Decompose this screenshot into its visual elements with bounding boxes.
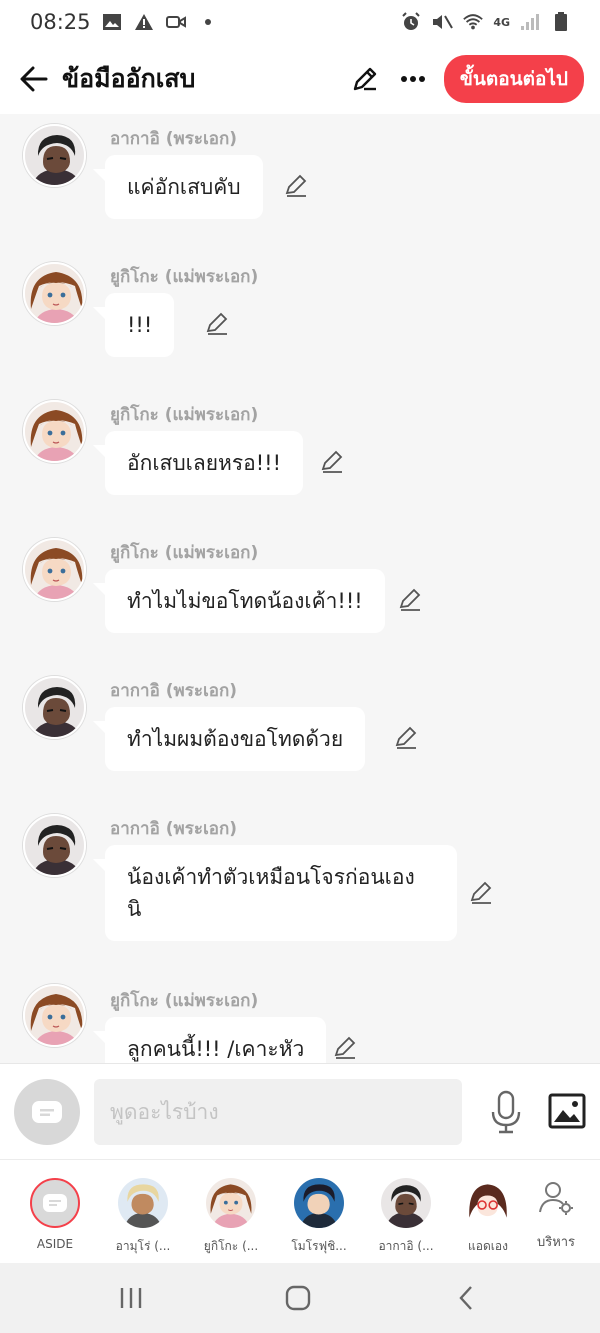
- message-bubble[interactable]: น้องเค้าทำตัวเหมือนโจรก่อนเอง นิ: [93, 845, 457, 941]
- more-options-button[interactable]: [396, 62, 430, 96]
- character-label: อากาอิ (...: [378, 1239, 434, 1253]
- back-button[interactable]: [16, 61, 52, 97]
- message-bubble[interactable]: แค่อักเสบคับ: [93, 155, 263, 219]
- character-aside[interactable]: ASIDE: [13, 1178, 97, 1251]
- avatar-amuro: [118, 1178, 168, 1228]
- edit-message-icon[interactable]: [205, 310, 231, 336]
- avatar-yukiko[interactable]: [23, 262, 86, 325]
- edit-message-icon[interactable]: [333, 1034, 359, 1060]
- message-input-bar: [0, 1063, 600, 1159]
- aside-toggle-button[interactable]: [14, 1079, 80, 1145]
- warning-icon: [133, 11, 155, 33]
- message-bubble[interactable]: ทำไมไม่ขอโทดน้องเค้า!!!: [93, 569, 385, 633]
- message-sender: ยูกิโกะ (แม่พระเอก): [110, 991, 259, 1011]
- wifi-icon: [462, 11, 484, 33]
- message-sender: ยูกิโกะ (แม่พระเอก): [110, 405, 259, 425]
- edit-message-icon[interactable]: [284, 172, 310, 198]
- message-input[interactable]: [94, 1079, 462, 1145]
- system-navigation-bar: [0, 1263, 600, 1333]
- gallery-icon: [101, 11, 123, 33]
- edit-message-icon[interactable]: [320, 448, 346, 474]
- status-bar: 08:25 4G: [0, 0, 600, 44]
- message-sender: อากาอิ (พระเอก): [110, 681, 238, 701]
- mute-icon: [431, 11, 454, 33]
- edit-title-button[interactable]: [348, 62, 382, 96]
- status-time: 08:25: [30, 10, 91, 34]
- message-sender: อากาอิ (พระเอก): [110, 819, 238, 839]
- pencil-icon: [353, 67, 377, 91]
- aside-avatar: [30, 1178, 80, 1228]
- edit-message-icon[interactable]: [398, 586, 424, 612]
- more-dots-icon: [400, 76, 425, 82]
- chat-area[interactable]: อากาอิ (พระเอก) แค่อักเสบคับ ยูกิโกะ (แม…: [0, 114, 600, 1063]
- chevron-left-icon: [459, 1286, 472, 1310]
- dot-icon: [197, 11, 219, 33]
- character-label: ยูกิโกะ (...: [203, 1239, 259, 1253]
- recent-apps-button[interactable]: [111, 1281, 151, 1315]
- avatar-akai[interactable]: [23, 814, 86, 877]
- image-upload-icon[interactable]: [548, 1093, 586, 1129]
- alarm-icon: [400, 11, 422, 33]
- character-label: โมโรฟุชิ...: [291, 1239, 347, 1253]
- character-akai[interactable]: อากาอิ (...: [364, 1178, 448, 1256]
- battery-icon: [550, 11, 572, 33]
- manage-characters-button[interactable]: บริหาร: [514, 1180, 598, 1252]
- message-sender: ยูกิโกะ (แม่พระเอก): [110, 267, 259, 287]
- character-label: อามุโร่ (...: [115, 1239, 171, 1253]
- character-yukiko[interactable]: ยูกิโกะ (...: [189, 1178, 273, 1256]
- next-step-button[interactable]: ขั้นตอนต่อไป: [443, 55, 584, 103]
- avatar-akai: [381, 1178, 431, 1228]
- avatar-yukiko[interactable]: [23, 984, 86, 1047]
- avatar-yukiko: [206, 1178, 256, 1228]
- message-sender: อากาอิ (พระเอก): [110, 129, 238, 149]
- avatar-yukiko[interactable]: [23, 538, 86, 601]
- home-icon: [285, 1285, 311, 1311]
- character-amuro[interactable]: อามุโร่ (...: [101, 1178, 185, 1256]
- arrow-left-icon: [20, 66, 48, 92]
- video-icon: [165, 11, 187, 33]
- message-bubble[interactable]: อักเสบเลยหรอ!!!: [93, 431, 303, 495]
- message-bubble[interactable]: ทำไมผมต้องขอโทดด้วย: [92, 707, 366, 771]
- app-header: ข้อมืออักเสบ ขั้นตอนต่อไป: [0, 44, 600, 114]
- avatar-akai[interactable]: [23, 676, 86, 739]
- message-bubble[interactable]: ลูกคนนี้!!! /เคาะหัว: [92, 1017, 327, 1063]
- home-button[interactable]: [278, 1281, 318, 1315]
- microphone-icon[interactable]: [488, 1090, 524, 1134]
- character-label: บริหาร: [536, 1235, 576, 1250]
- character-label: ASIDE: [36, 1237, 74, 1251]
- system-back-button[interactable]: [446, 1281, 486, 1315]
- page-title: ข้อมืออักเสบ: [62, 64, 196, 93]
- avatar-yukiko[interactable]: [23, 400, 86, 463]
- avatar-admin: [463, 1178, 513, 1228]
- edit-message-icon[interactable]: [394, 724, 420, 750]
- message-sender: ยูกิโกะ (แม่พระเอก): [110, 543, 259, 563]
- user-settings-icon: [531, 1180, 581, 1230]
- chat-bubble-icon: [43, 1194, 67, 1212]
- avatar-morofushi: [294, 1178, 344, 1228]
- chat-bubble-icon: [32, 1101, 62, 1123]
- recent-apps-icon: [120, 1288, 142, 1308]
- avatar-akai[interactable]: [23, 124, 86, 187]
- signal-icon: [519, 11, 541, 33]
- message-bubble[interactable]: !!!: [92, 293, 175, 357]
- network-type: 4G: [493, 15, 510, 29]
- character-selector: ASIDE อามุโร่ (... ยูกิโกะ (... โมโรฟุชิ…: [0, 1159, 600, 1263]
- edit-message-icon[interactable]: [469, 879, 495, 905]
- character-morofushi[interactable]: โมโรฟุชิ...: [277, 1178, 361, 1256]
